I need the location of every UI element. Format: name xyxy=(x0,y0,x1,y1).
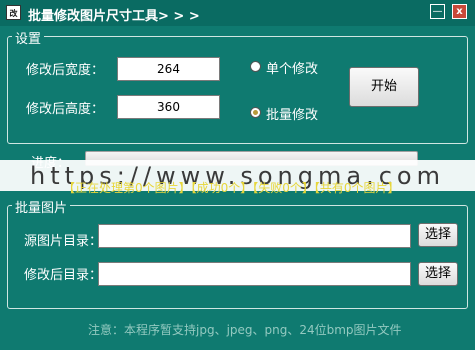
progress-status: 【正在处理第0个图片】【成功0个】【失败0个】【共有0个图片】 xyxy=(63,181,400,195)
app-icon: 改 xyxy=(6,5,21,20)
batch-group xyxy=(7,205,468,309)
target-dir-label: 修改后目录： xyxy=(24,268,103,283)
format-note: 注意：本程序暂支持jpg、jpeg、png、24位bmp图片文件 xyxy=(88,323,402,337)
height-label: 修改后高度： xyxy=(26,102,105,117)
batch-mode-radio[interactable] xyxy=(250,107,261,118)
target-dir-input[interactable] xyxy=(98,262,411,286)
target-browse-button[interactable]: 选择 xyxy=(418,262,458,286)
batch-mode-label: 批量修改 xyxy=(266,108,319,123)
batch-legend: 批量图片 xyxy=(12,197,71,216)
height-input[interactable]: 360 xyxy=(117,95,220,119)
start-button[interactable]: 开始 xyxy=(349,67,419,107)
source-dir-label: 源图片目录： xyxy=(24,234,103,249)
close-button[interactable]: x xyxy=(452,4,467,19)
single-mode-radio[interactable] xyxy=(250,61,261,72)
window-title: 批量修改图片尺寸工具> > > xyxy=(28,9,200,24)
width-label: 修改后宽度： xyxy=(26,63,105,78)
minimize-button[interactable]: — xyxy=(430,4,445,19)
source-dir-input[interactable] xyxy=(98,224,411,248)
settings-legend: 设置 xyxy=(12,28,45,47)
width-input[interactable]: 264 xyxy=(117,57,220,81)
source-browse-button[interactable]: 选择 xyxy=(418,223,458,247)
single-mode-label: 单个修改 xyxy=(266,62,319,77)
